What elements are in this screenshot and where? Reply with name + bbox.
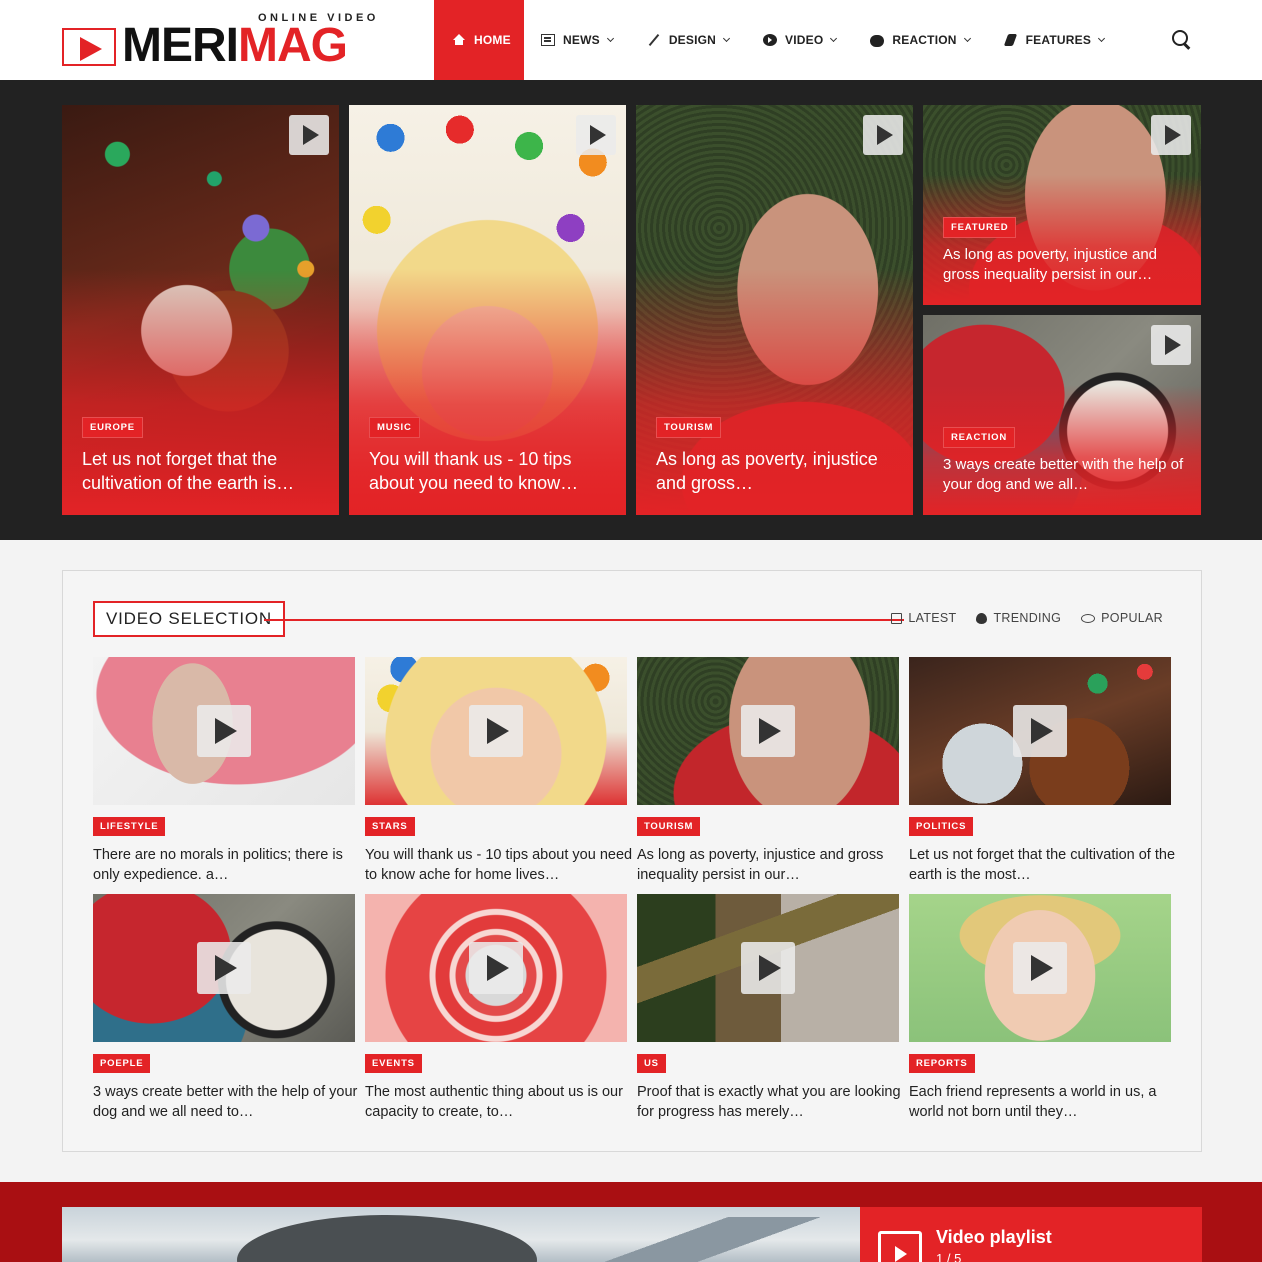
category-tag[interactable]: MUSIC xyxy=(369,417,420,438)
filter-trending[interactable]: TRENDING xyxy=(976,611,1061,625)
video-thumbnail[interactable] xyxy=(365,894,627,1042)
plug-icon xyxy=(1004,34,1018,46)
play-icon[interactable] xyxy=(469,942,523,994)
play-icon[interactable] xyxy=(741,942,795,994)
chevron-down-icon xyxy=(830,34,838,43)
video-title[interactable]: Each friend represents a world in us, a … xyxy=(909,1082,1177,1122)
video-thumbnail[interactable] xyxy=(93,657,355,805)
playlist-title: Video playlist xyxy=(936,1227,1052,1247)
hero-card[interactable]: EUROPE Let us not forget that the cultiv… xyxy=(62,105,339,515)
category-tag[interactable]: LIFESTYLE xyxy=(93,817,166,836)
video-title[interactable]: Let us not forget that the cultivation o… xyxy=(909,845,1177,885)
hero-card[interactable]: TOURISM As long as poverty, injustice an… xyxy=(636,105,913,515)
chevron-down-icon xyxy=(606,34,614,43)
category-tag[interactable]: REPORTS xyxy=(909,1054,975,1073)
video-selection-panel: VIDEO SELECTION LATEST TRENDING POPULAR … xyxy=(62,570,1202,1152)
category-tag[interactable]: EVENTS xyxy=(365,1054,422,1073)
card-title[interactable]: As long as poverty, injustice and gross … xyxy=(943,245,1185,285)
category-tag[interactable]: TOURISM xyxy=(637,817,701,836)
hero-card[interactable]: REACTION 3 ways create better with the h… xyxy=(923,315,1201,515)
nav-features[interactable]: FEATURES xyxy=(987,0,1121,80)
category-tag[interactable]: POEPLE xyxy=(93,1054,151,1073)
nav-video[interactable]: VIDEO xyxy=(746,0,853,80)
video-playlist-section: Video playlist 1 / 5 xyxy=(0,1182,1262,1262)
play-icon[interactable] xyxy=(1151,325,1191,365)
video-thumbnail[interactable] xyxy=(637,894,899,1042)
play-icon[interactable] xyxy=(741,705,795,757)
comments-icon xyxy=(870,34,885,47)
play-icon[interactable] xyxy=(197,942,251,994)
video-title[interactable]: The most authentic thing about us is our… xyxy=(365,1082,633,1122)
logo-wordmark: MERIMAG xyxy=(122,19,348,72)
video-title[interactable]: As long as poverty, injustice and gross … xyxy=(637,845,905,885)
card-title[interactable]: 3 ways create better with the help of yo… xyxy=(943,455,1185,495)
video-title[interactable]: Proof that is exactly what you are looki… xyxy=(637,1082,905,1122)
video-thumbnail[interactable] xyxy=(909,894,1171,1042)
category-tag[interactable]: US xyxy=(637,1054,666,1073)
news-icon xyxy=(541,34,555,46)
play-icon[interactable] xyxy=(197,705,251,757)
playlist-count: 1 / 5 xyxy=(936,1251,962,1262)
playlist-sidebar: Video playlist 1 / 5 xyxy=(860,1207,1202,1262)
chevron-down-icon xyxy=(722,34,731,43)
filter-tabs: LATEST TRENDING POPULAR xyxy=(891,611,1163,625)
play-icon[interactable] xyxy=(1151,115,1191,155)
play-icon[interactable] xyxy=(1013,705,1067,757)
video-title[interactable]: 3 ways create better with the help of yo… xyxy=(93,1082,361,1122)
category-tag[interactable]: STARS xyxy=(365,817,415,836)
filter-popular[interactable]: POPULAR xyxy=(1081,611,1163,625)
section-title: VIDEO SELECTION xyxy=(93,601,285,637)
play-icon[interactable] xyxy=(863,115,903,155)
hero-card[interactable]: FEATURED As long as poverty, injustice a… xyxy=(923,105,1201,305)
hero-grid: EUROPE Let us not forget that the cultiv… xyxy=(0,80,1262,540)
section-divider xyxy=(264,619,904,621)
category-tag[interactable]: POLITICS xyxy=(909,817,974,836)
calendar-icon xyxy=(891,612,903,624)
video-thumbnail[interactable] xyxy=(365,657,627,805)
video-thumbnail[interactable] xyxy=(637,657,899,805)
home-icon xyxy=(452,34,466,46)
play-circle-icon xyxy=(763,34,778,46)
category-tag[interactable]: EUROPE xyxy=(82,417,143,438)
playlist-main-video[interactable] xyxy=(62,1207,860,1262)
site-logo[interactable]: ONLINE VIDEO MERIMAG xyxy=(62,10,382,72)
nav-design[interactable]: DESIGN xyxy=(630,0,746,80)
nav-reaction[interactable]: REACTION xyxy=(853,0,986,80)
card-title[interactable]: Let us not forget that the cultivation o… xyxy=(82,447,323,495)
video-thumbnail[interactable] xyxy=(909,657,1171,805)
card-title[interactable]: You will thank us - 10 tips about you ne… xyxy=(369,447,610,495)
pencil-icon xyxy=(647,34,661,46)
nav-home[interactable]: HOME xyxy=(434,0,524,80)
chevron-down-icon xyxy=(1098,34,1106,43)
search-icon[interactable] xyxy=(1172,30,1192,50)
play-icon[interactable] xyxy=(469,705,523,757)
nav-news[interactable]: NEWS xyxy=(524,0,630,80)
play-icon[interactable] xyxy=(289,115,329,155)
video-title[interactable]: There are no morals in politics; there i… xyxy=(93,845,361,885)
play-icon[interactable] xyxy=(576,115,616,155)
main-nav: HOME NEWS DESIGN VIDEO REACTION FEATURES xyxy=(434,0,1121,80)
site-header: ONLINE VIDEO MERIMAG HOME NEWS DESIGN VI… xyxy=(0,0,1262,80)
video-title[interactable]: You will thank us - 10 tips about you ne… xyxy=(365,845,633,885)
video-thumbnail[interactable] xyxy=(93,894,355,1042)
video-playlist-icon xyxy=(878,1231,922,1262)
eye-icon xyxy=(1081,613,1096,623)
hero-card[interactable]: MUSIC You will thank us - 10 tips about … xyxy=(349,105,626,515)
category-tag[interactable]: TOURISM xyxy=(656,417,722,438)
category-tag[interactable]: FEATURED xyxy=(943,217,1017,238)
fire-icon xyxy=(976,612,988,624)
card-title[interactable]: As long as poverty, injustice and gross… xyxy=(656,447,897,495)
logo-play-icon xyxy=(62,28,116,66)
category-tag[interactable]: REACTION xyxy=(943,427,1016,448)
play-icon[interactable] xyxy=(1013,942,1067,994)
filter-latest[interactable]: LATEST xyxy=(891,611,956,625)
chevron-down-icon xyxy=(963,34,971,43)
